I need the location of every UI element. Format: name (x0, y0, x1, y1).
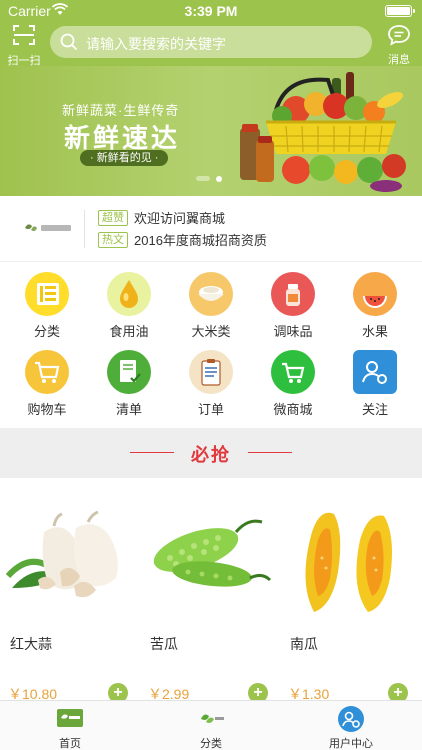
message-button[interactable]: 消息 (380, 24, 418, 66)
category-item-order[interactable]: 订单 (176, 350, 246, 418)
banner-slogan: 新鲜蔬菜·生鲜传奇 (62, 103, 180, 118)
store-logo (25, 224, 71, 232)
message-icon (388, 25, 410, 46)
category-item-classify[interactable]: 分类 (12, 272, 82, 340)
user-settings-icon (353, 350, 397, 394)
battery-icon (385, 5, 415, 17)
category-item-rice[interactable]: 大米类 (176, 272, 246, 340)
category-item-cart[interactable]: 购物车 (12, 350, 82, 418)
category-label: 关注 (361, 402, 388, 417)
notice-item[interactable]: 热文 2016年度商城招商资质 (98, 230, 267, 249)
list-icon (25, 272, 69, 316)
banner-pagination[interactable] (196, 175, 222, 182)
tab-label: 用户中心 (329, 738, 373, 750)
top-bar: Carrier 3:39 PM 扫一扫 请输入要搜索的关键字 消息 (0, 0, 422, 67)
category-item-seasoning[interactable]: 调味品 (258, 272, 328, 340)
search-icon (60, 33, 78, 56)
notice-text: 欢迎访问翼商城 (134, 211, 226, 226)
product-name: 红大蒜 (10, 636, 52, 652)
category-item-follow[interactable]: 关注 (340, 350, 410, 418)
section-title: 必抢 (191, 445, 231, 465)
status-bar: Carrier 3:39 PM (0, 0, 422, 22)
notice-tag: 热文 (98, 231, 128, 248)
section-header: 必抢 (0, 428, 422, 478)
category-logo-icon (201, 714, 224, 723)
banner-pill: · 新鲜看的见 · (80, 150, 169, 166)
section-line-right (248, 452, 292, 453)
home-logo-icon (57, 709, 83, 727)
tab-category[interactable]: 分类 (171, 705, 251, 750)
scan-icon (13, 25, 35, 45)
banner-dot-1[interactable] (196, 176, 210, 181)
notice-bar: 超赞 欢迎访问翼商城 热文 2016年度商城招商资质 (0, 196, 422, 262)
user-center-icon (338, 706, 364, 732)
category-label: 购物车 (27, 402, 67, 417)
category-label: 分类 (33, 324, 60, 339)
search-placeholder: 请输入要搜索的关键字 (86, 36, 226, 52)
oil-drop-icon (107, 272, 151, 316)
rice-bowl-icon (189, 272, 233, 316)
product-card[interactable]: 南瓜 ￥1.30 + (280, 478, 420, 703)
product-name: 苦瓜 (150, 636, 178, 652)
tab-label: 首页 (59, 738, 81, 750)
product-name: 南瓜 (290, 636, 318, 652)
checklist-icon (107, 350, 151, 394)
category-item-micro-shop[interactable]: 微商城 (258, 350, 328, 418)
tab-label: 分类 (200, 738, 222, 750)
category-label: 清单 (115, 402, 142, 417)
category-grid: 分类 食用油 大米类 调味品 水果 购物车 清单 订单 微商城 关注 (0, 262, 422, 428)
product-card[interactable]: 苦瓜 ￥2.99 + (140, 478, 280, 703)
tab-bar: 首页 分类 用户中心 (0, 700, 422, 750)
category-label: 食用油 (109, 324, 149, 339)
scan-button[interactable]: 扫一扫 (6, 24, 42, 67)
category-label: 调味品 (273, 324, 313, 339)
category-label: 订单 (197, 402, 224, 417)
watermelon-icon (353, 272, 397, 316)
search-input[interactable]: 请输入要搜索的关键字 (50, 26, 372, 58)
vegetable-basket-image (240, 72, 406, 192)
tab-home[interactable]: 首页 (30, 705, 110, 750)
category-label: 大米类 (191, 324, 231, 339)
category-item-oil[interactable]: 食用油 (94, 272, 164, 340)
bitter-melon-image (153, 519, 272, 587)
message-label: 消息 (388, 54, 410, 66)
pumpkin-image (305, 512, 392, 612)
clipboard-order-icon (189, 350, 233, 394)
product-card[interactable]: 红大蒜 ￥10.80 + (0, 478, 140, 703)
notice-item[interactable]: 超赞 欢迎访问翼商城 (98, 208, 225, 227)
category-label: 微商城 (273, 402, 313, 417)
micro-shop-cart-icon (271, 350, 315, 394)
category-item-list[interactable]: 清单 (94, 350, 164, 418)
product-list: 红大蒜 ￥10.80 + 苦瓜 ￥2.99 + 南瓜 ￥1.30 + (0, 478, 422, 703)
tab-user-center[interactable]: 用户中心 (311, 705, 391, 750)
garlic-image (5, 510, 118, 598)
banner-dot-2[interactable] (216, 175, 222, 182)
notice-separator (84, 210, 85, 248)
notice-text: 2016年度商城招商资质 (134, 233, 267, 248)
category-label: 水果 (361, 324, 388, 339)
notice-tag: 超赞 (98, 209, 128, 226)
category-item-fruit[interactable]: 水果 (340, 272, 410, 340)
clock: 3:39 PM (184, 3, 238, 19)
shopping-cart-icon (25, 350, 69, 394)
seasoning-jar-icon (271, 272, 315, 316)
